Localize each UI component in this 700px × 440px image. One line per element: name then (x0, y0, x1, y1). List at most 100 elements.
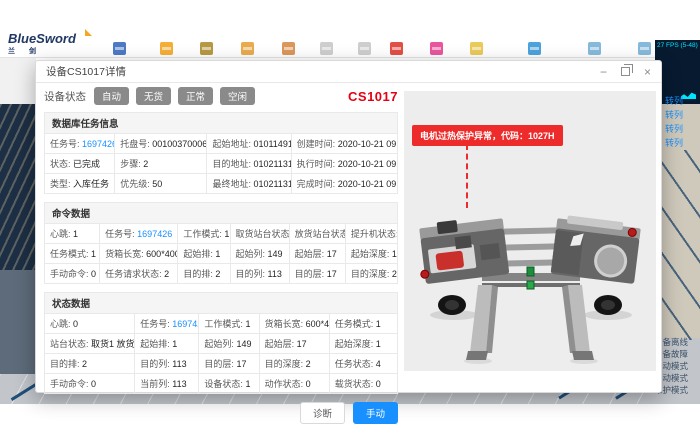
rotate-option-label[interactable]: 转列 (665, 108, 683, 121)
device-detail-dialog: 设备CS1017详情 − × 设备状态 自动无货正常空闲 CS1017 数据库任… (35, 60, 662, 393)
dialog-titlebar: 设备CS1017详情 − × (36, 61, 661, 83)
field-value: 600*400 (306, 319, 330, 329)
field-label: 托盘号: (120, 139, 152, 149)
device-status-row: 设备状态 自动无货正常空闲 CS1017 (44, 87, 398, 105)
field-value[interactable]: 1697426 (172, 319, 199, 329)
field-label: 任务状态: (335, 359, 376, 369)
barcode-icon[interactable] (528, 42, 541, 55)
data-section: 状态数据心跳: 0任务号: 1697426工作模式: 1货箱长宽: 600*40… (44, 292, 398, 394)
field-cell: 托盘号: 00100370006611464548 (115, 134, 207, 154)
field-value: 0 (73, 319, 78, 329)
monitor-icon[interactable] (113, 42, 126, 55)
field-value: 1 (172, 339, 177, 349)
field-value: 0 (376, 379, 381, 389)
field-value: 2 (164, 269, 169, 279)
status-badge[interactable]: 正常 (178, 87, 213, 105)
field-cell: 设备状态: 1 (199, 374, 259, 394)
sections-container: 数据库任务信息任务号: 1697426托盘号: 0010037000661146… (44, 112, 398, 394)
table-row: 类型: 入库任务优先级: 50最终地址: 0102113172完成时间: 202… (45, 174, 398, 194)
rotate-option-label[interactable]: 转列 (665, 136, 683, 149)
device-status-label: 设备状态 (44, 89, 86, 104)
field-cell: 提升机状态: 1 (345, 224, 397, 244)
table-row: 手动命令: 0任务请求状态: 2目的排: 2目的列: 113目的层: 17目的深… (45, 264, 398, 284)
field-value: 1 (224, 229, 229, 239)
worker-icon[interactable] (282, 42, 295, 55)
box2-icon[interactable] (638, 42, 651, 55)
field-label: 目的地址: (212, 159, 253, 169)
status-badge[interactable]: 自动 (94, 87, 129, 105)
field-cell: 手动命令: 0 (45, 374, 135, 394)
device-id: CS1017 (348, 89, 398, 104)
field-cell: 起始地址: 0101149171 (207, 134, 291, 154)
field-cell: 起始排: 1 (178, 244, 230, 264)
alert-icon[interactable] (390, 42, 403, 55)
field-label: 步骤: (120, 159, 143, 169)
field-cell: 起始列: 149 (199, 334, 259, 354)
table-row: 站台状态: 取货1 放货1起始排: 1起始列: 149起始层: 17起始深度: … (45, 334, 398, 354)
field-cell: 目的地址: 0102113172 (207, 154, 291, 174)
field-value[interactable]: 1697426 (82, 139, 115, 149)
field-label: 载货状态: (335, 379, 376, 389)
field-cell: 任务状态: 4 (329, 354, 397, 374)
field-label: 类型: (50, 179, 73, 189)
status-badge[interactable]: 空闲 (220, 87, 255, 105)
field-cell: 类型: 入库任务 (45, 174, 115, 194)
rotate-option-label[interactable]: 转列 (665, 94, 683, 107)
field-label: 执行时间: (297, 159, 338, 169)
diagnose-button[interactable]: 诊断 (300, 402, 345, 424)
field-cell: 载货状态: 0 (329, 374, 397, 394)
field-label: 起始深度: (351, 249, 392, 259)
field-value: 0102113172 (253, 159, 291, 169)
field-value: 取货1 放货1 (91, 339, 135, 349)
field-cell: 目的排: 2 (45, 354, 135, 374)
folder-icon[interactable] (470, 42, 483, 55)
field-cell: 步骤: 2 (115, 154, 207, 174)
field-label: 目的层: (295, 269, 327, 279)
section-title: 数据库任务信息 (44, 112, 398, 133)
field-label: 心跳: (50, 229, 73, 239)
minimize-icon[interactable]: − (600, 66, 607, 78)
forklift-icon[interactable] (241, 42, 254, 55)
field-label: 目的列: (140, 359, 172, 369)
field-cell: 放货站台状态: 1 (289, 224, 345, 244)
field-label: 任务号: (105, 229, 137, 239)
ring-icon[interactable] (160, 42, 173, 55)
document-icon[interactable] (320, 42, 333, 55)
rotate-option-label[interactable]: 转列 (665, 122, 683, 135)
scene-rack-left (0, 104, 36, 270)
field-value: 1 (91, 249, 96, 259)
field-value: 2020-10-21 09:58:49 (338, 159, 398, 169)
document2-icon[interactable] (358, 42, 371, 55)
section-table: 任务号: 1697426托盘号: 00100370006611464548起始地… (44, 133, 398, 194)
field-label: 任务请求状态: (105, 269, 164, 279)
field-cell: 起始深度: 1 (329, 334, 397, 354)
status-badge[interactable]: 无货 (136, 87, 171, 105)
cart-icon[interactable] (200, 42, 213, 55)
field-label: 提升机状态: (351, 229, 398, 239)
box1-icon[interactable] (588, 42, 601, 55)
field-value: 2020-10-21 09:58:43 (338, 139, 398, 149)
field-value: 2 (215, 269, 220, 279)
scene-right-rails (658, 150, 700, 340)
close-icon[interactable]: × (644, 66, 651, 78)
field-cell: 目的深度: 2 (345, 264, 397, 284)
field-value[interactable]: 1697426 (137, 229, 172, 239)
field-label: 站台状态: (50, 339, 91, 349)
field-label: 心跳: (50, 319, 73, 329)
field-label: 工作模式: (204, 319, 245, 329)
field-label: 最终地址: (212, 179, 253, 189)
field-value: 2 (392, 269, 397, 279)
field-label: 起始层: (265, 339, 297, 349)
field-cell: 工作模式: 1 (199, 314, 259, 334)
fps-readout: 27 FPS (5-48) (655, 40, 700, 51)
tag-icon[interactable] (430, 42, 443, 55)
field-cell: 任务模式: 1 (45, 244, 100, 264)
detail-left-pane: 设备状态 自动无货正常空闲 CS1017 数据库任务信息任务号: 1697426… (44, 87, 398, 424)
field-label: 优先级: (120, 179, 152, 189)
field-value: 1 (245, 319, 250, 329)
manual-button[interactable]: 手动 (353, 402, 398, 424)
field-cell: 任务模式: 1 (329, 314, 397, 334)
field-value: 1 (215, 249, 220, 259)
model-3d-viewport[interactable]: 电机过热保护异常，代码：1027H (404, 91, 656, 371)
restore-icon[interactable] (621, 67, 630, 76)
